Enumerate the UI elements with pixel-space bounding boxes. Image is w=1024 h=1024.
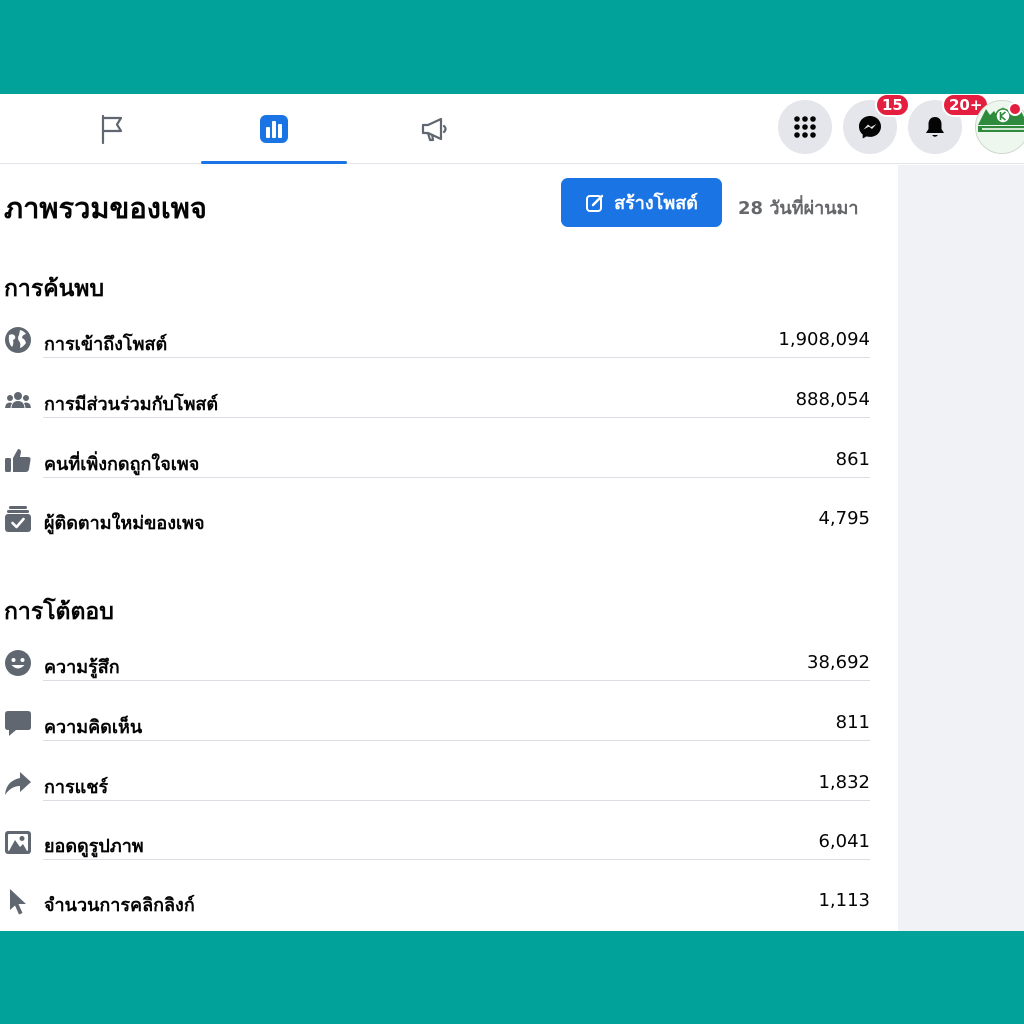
- stat-label: ผู้ติดตามใหม่ของเพจ: [44, 513, 205, 534]
- photo-icon: [4, 828, 32, 856]
- messenger-button[interactable]: 15: [843, 94, 910, 154]
- divider: [43, 680, 870, 681]
- page-title: ภาพรวมของเพจ: [4, 191, 207, 225]
- messenger-count-badge: 15: [875, 94, 910, 117]
- edit-icon: [586, 194, 604, 212]
- stat-row-photo-views[interactable]: ยอดดูรูปภาพ 6,041: [0, 828, 872, 888]
- stat-label: การเข้าถึงโพสต์: [44, 334, 168, 355]
- flag-icon: [101, 114, 123, 145]
- date-range-label[interactable]: 28 วันที่ผ่านมา: [738, 193, 859, 222]
- stat-row-reactions[interactable]: ความรู้สึก 38,692: [0, 649, 872, 709]
- stat-row-new-followers[interactable]: ผู้ติดตามใหม่ของเพจ 4,795: [0, 505, 872, 565]
- grid-menu-icon: [794, 116, 816, 138]
- stat-row-post-engagement[interactable]: การมีส่วนร่วมกับโพสต์ 888,054: [0, 386, 872, 446]
- stat-label: ความคิดเห็น: [44, 717, 143, 738]
- create-post-button[interactable]: สร้างโพสต์: [561, 178, 722, 227]
- right-sidebar-panel: [898, 165, 1024, 931]
- stat-row-new-page-likes[interactable]: คนที่เพิ่งกดถูกใจเพจ 861: [0, 446, 872, 506]
- stat-value: 1,113: [818, 890, 870, 911]
- divider: [43, 357, 870, 358]
- comment-icon: [4, 709, 32, 737]
- stat-label: คนที่เพิ่งกดถูกใจเพจ: [44, 454, 200, 475]
- divider: [43, 859, 870, 860]
- notifications-button[interactable]: 20+: [908, 94, 990, 154]
- menu-button[interactable]: [778, 100, 832, 154]
- tab-page[interactable]: [39, 94, 185, 164]
- stat-label: จำนวนการคลิกลิงก์: [44, 895, 195, 916]
- section-title-interactions: การโต้ตอบ: [4, 599, 114, 625]
- stat-row-link-clicks[interactable]: จำนวนการคลิกลิงก์ 1,113: [0, 887, 872, 931]
- stat-label: ความรู้สึก: [44, 657, 120, 678]
- stat-label: ยอดดูรูปภาพ: [44, 836, 144, 857]
- divider: [43, 417, 870, 418]
- people-icon: [4, 386, 32, 414]
- stat-value: 861: [835, 449, 870, 470]
- smiley-icon: [4, 649, 32, 677]
- stat-value: 1,832: [818, 772, 870, 793]
- create-post-label: สร้างโพสต์: [614, 193, 698, 214]
- bell-icon: [926, 117, 944, 137]
- thumbs-up-icon: [4, 446, 32, 474]
- stat-row-comments[interactable]: ความคิดเห็น 811: [0, 709, 872, 769]
- facebook-page-window: 15 20+ ภาพรวมของเพจ สร้างโพสต์ 28 วันที่…: [0, 94, 1024, 931]
- section-title-discovery: การค้นพบ: [4, 276, 105, 302]
- stat-value: 38,692: [807, 652, 870, 673]
- divider: [43, 800, 870, 801]
- stat-value: 888,054: [795, 389, 870, 410]
- stat-label: การมีส่วนร่วมกับโพสต์: [44, 394, 219, 415]
- divider: [43, 740, 870, 741]
- stat-value: 1,908,094: [778, 329, 870, 350]
- divider: [43, 477, 870, 478]
- messenger-icon: [859, 116, 881, 139]
- online-status-dot: [1008, 102, 1022, 116]
- globe-icon: [4, 326, 32, 354]
- bar-chart-icon: [260, 115, 288, 143]
- stat-value: 4,795: [818, 508, 870, 529]
- stat-value: 811: [835, 712, 870, 733]
- stat-row-post-reach[interactable]: การเข้าถึงโพสต์ 1,908,094: [0, 326, 872, 386]
- cursor-icon: [4, 887, 32, 915]
- share-icon: [4, 769, 32, 797]
- tab-insights[interactable]: [201, 94, 347, 164]
- stat-row-shares[interactable]: การแชร์ 1,832: [0, 769, 872, 829]
- page-overview-panel: ภาพรวมของเพจ สร้างโพสต์ 28 วันที่ผ่านมา …: [0, 165, 898, 931]
- tab-ads[interactable]: [362, 94, 508, 164]
- top-navigation-bar: 15 20+: [0, 94, 1024, 164]
- stat-label: การแชร์: [44, 777, 109, 798]
- follow-inbox-icon: [4, 505, 32, 533]
- stat-value: 6,041: [818, 831, 870, 852]
- megaphone-icon: [421, 117, 447, 142]
